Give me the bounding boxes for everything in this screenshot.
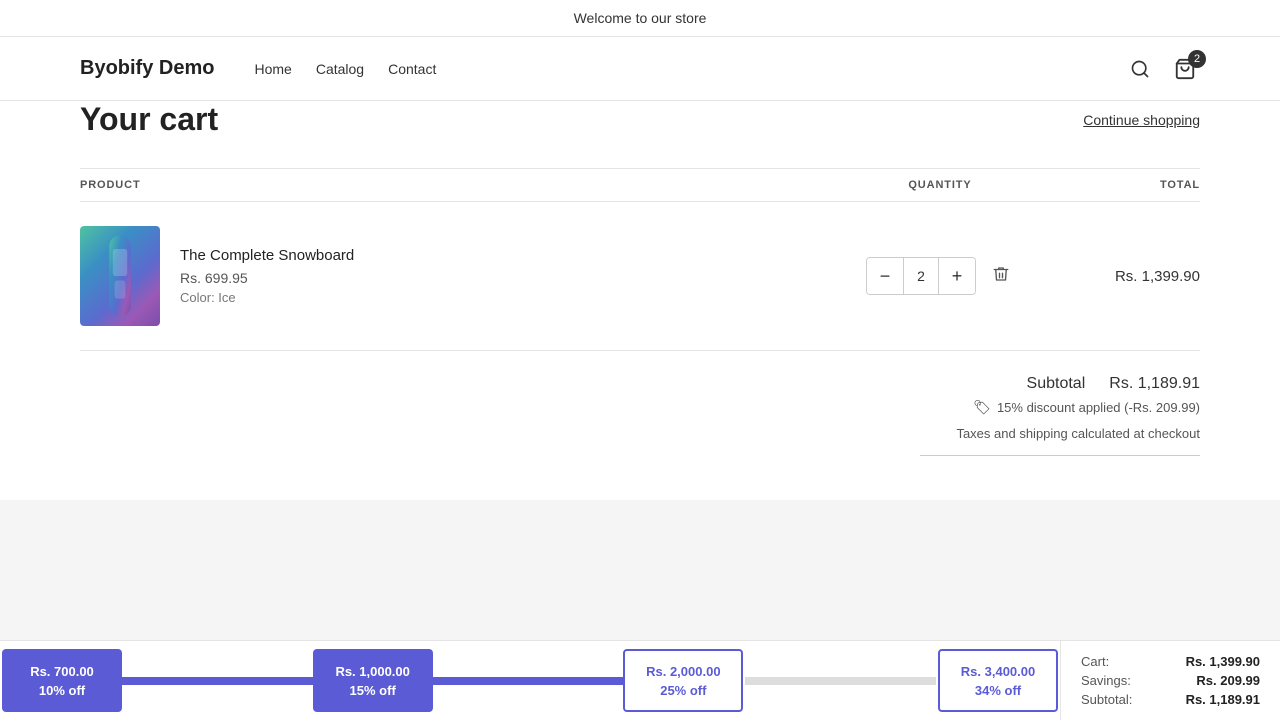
- nav-contact[interactable]: Contact: [388, 61, 436, 77]
- tier-4-discount: 34% off: [975, 683, 1021, 698]
- subtotal-label: Subtotal: [1027, 375, 1086, 393]
- tier-2-discount: 15% off: [350, 683, 396, 698]
- summary-subtotal-label: Subtotal:: [1081, 692, 1132, 707]
- cart-value: Rs. 1,399.90: [1186, 654, 1260, 669]
- main-nav: Home Catalog Contact: [254, 61, 1126, 77]
- cart-badge: 2: [1188, 50, 1206, 68]
- discount-text: 15% discount applied (-Rs. 209.99): [997, 400, 1200, 415]
- header-icons: 2: [1126, 54, 1200, 84]
- col-quantity-header: QUANTITY: [840, 179, 1040, 191]
- tier-1-amount: Rs. 700.00: [30, 664, 94, 679]
- header: Byobify Demo Home Catalog Contact 2: [0, 37, 1280, 101]
- cart-summary: Subtotal Rs. 1,189.91 🏷 15% discount app…: [80, 351, 1200, 480]
- savings-label: Savings:: [1081, 673, 1131, 688]
- quantity-decrease-button[interactable]: −: [867, 258, 903, 294]
- product-price: Rs. 699.95: [180, 270, 354, 286]
- main-content: Your cart Continue shopping PRODUCT QUAN…: [80, 101, 1200, 480]
- continue-shopping-button[interactable]: Continue shopping: [1083, 112, 1200, 128]
- savings-value: Rs. 209.99: [1196, 673, 1260, 688]
- product-name: The Complete Snowboard: [180, 247, 354, 264]
- snowboard-svg: [100, 231, 140, 321]
- search-button[interactable]: [1126, 55, 1154, 83]
- subtotal-row: Subtotal Rs. 1,189.91: [1027, 375, 1200, 393]
- progress-bar-1-2: [122, 677, 313, 685]
- progress-tier-4: Rs. 3,400.00 34% off: [938, 649, 1058, 712]
- summary-cart-row: Cart: Rs. 1,399.90: [1081, 654, 1260, 669]
- quantity-cell: − 2 +: [840, 257, 1040, 295]
- progress-section: Rs. 700.00 10% off Rs. 1,000.00 15% off …: [0, 640, 1280, 720]
- progress-tier-2: Rs. 1,000.00 15% off: [313, 649, 433, 712]
- nav-catalog[interactable]: Catalog: [316, 61, 364, 77]
- quantity-value: 2: [903, 258, 939, 294]
- discount-row: 🏷 15% discount applied (-Rs. 209.99): [973, 399, 1200, 416]
- summary-subtotal-value: Rs. 1,189.91: [1186, 692, 1260, 707]
- tag-icon: 🏷: [973, 399, 991, 416]
- col-product-header: PRODUCT: [80, 179, 840, 191]
- tier-1-discount: 10% off: [39, 683, 85, 698]
- product-variant: Color: Ice: [180, 290, 354, 305]
- delete-item-button[interactable]: [988, 261, 1014, 292]
- cart-header: Your cart Continue shopping: [80, 101, 1200, 138]
- subtotal-value: Rs. 1,189.91: [1109, 375, 1200, 393]
- taxes-note: Taxes and shipping calculated at checkou…: [956, 426, 1200, 441]
- progress-summary: Cart: Rs. 1,399.90 Savings: Rs. 209.99 S…: [1060, 641, 1280, 720]
- cart-button[interactable]: 2: [1170, 54, 1200, 84]
- cart-title: Your cart: [80, 101, 218, 138]
- site-logo[interactable]: Byobify Demo: [80, 57, 214, 80]
- announcement-bar: Welcome to our store: [0, 0, 1280, 37]
- product-image: [80, 226, 160, 326]
- announcement-text: Welcome to our store: [574, 10, 707, 26]
- cart-table-header: PRODUCT QUANTITY TOTAL: [80, 168, 1200, 202]
- product-info: The Complete Snowboard Rs. 699.95 Color:…: [180, 247, 354, 305]
- tier-3-discount: 25% off: [660, 683, 706, 698]
- cart-label: Cart:: [1081, 654, 1109, 669]
- tier-2-amount: Rs. 1,000.00: [335, 664, 409, 679]
- summary-savings-row: Savings: Rs. 209.99: [1081, 673, 1260, 688]
- cart-item: The Complete Snowboard Rs. 699.95 Color:…: [80, 202, 1200, 351]
- trash-icon: [992, 265, 1010, 283]
- summary-subtotal-row: Subtotal: Rs. 1,189.91: [1081, 692, 1260, 707]
- nav-home[interactable]: Home: [254, 61, 291, 77]
- col-total-header: TOTAL: [1040, 179, 1200, 191]
- progress-tier-1: Rs. 700.00 10% off: [2, 649, 122, 712]
- search-icon: [1130, 59, 1150, 79]
- progress-bar-2-3: [433, 677, 624, 685]
- tier-3-amount: Rs. 2,000.00: [646, 664, 720, 679]
- progress-tier-3: Rs. 2,000.00 25% off: [623, 649, 743, 712]
- progress-bar-3-4: [745, 677, 936, 685]
- quantity-control: − 2 +: [866, 257, 976, 295]
- product-cell: The Complete Snowboard Rs. 699.95 Color:…: [80, 226, 840, 326]
- item-total: Rs. 1,399.90: [1040, 268, 1200, 285]
- tier-4-amount: Rs. 3,400.00: [961, 664, 1035, 679]
- quantity-increase-button[interactable]: +: [939, 258, 975, 294]
